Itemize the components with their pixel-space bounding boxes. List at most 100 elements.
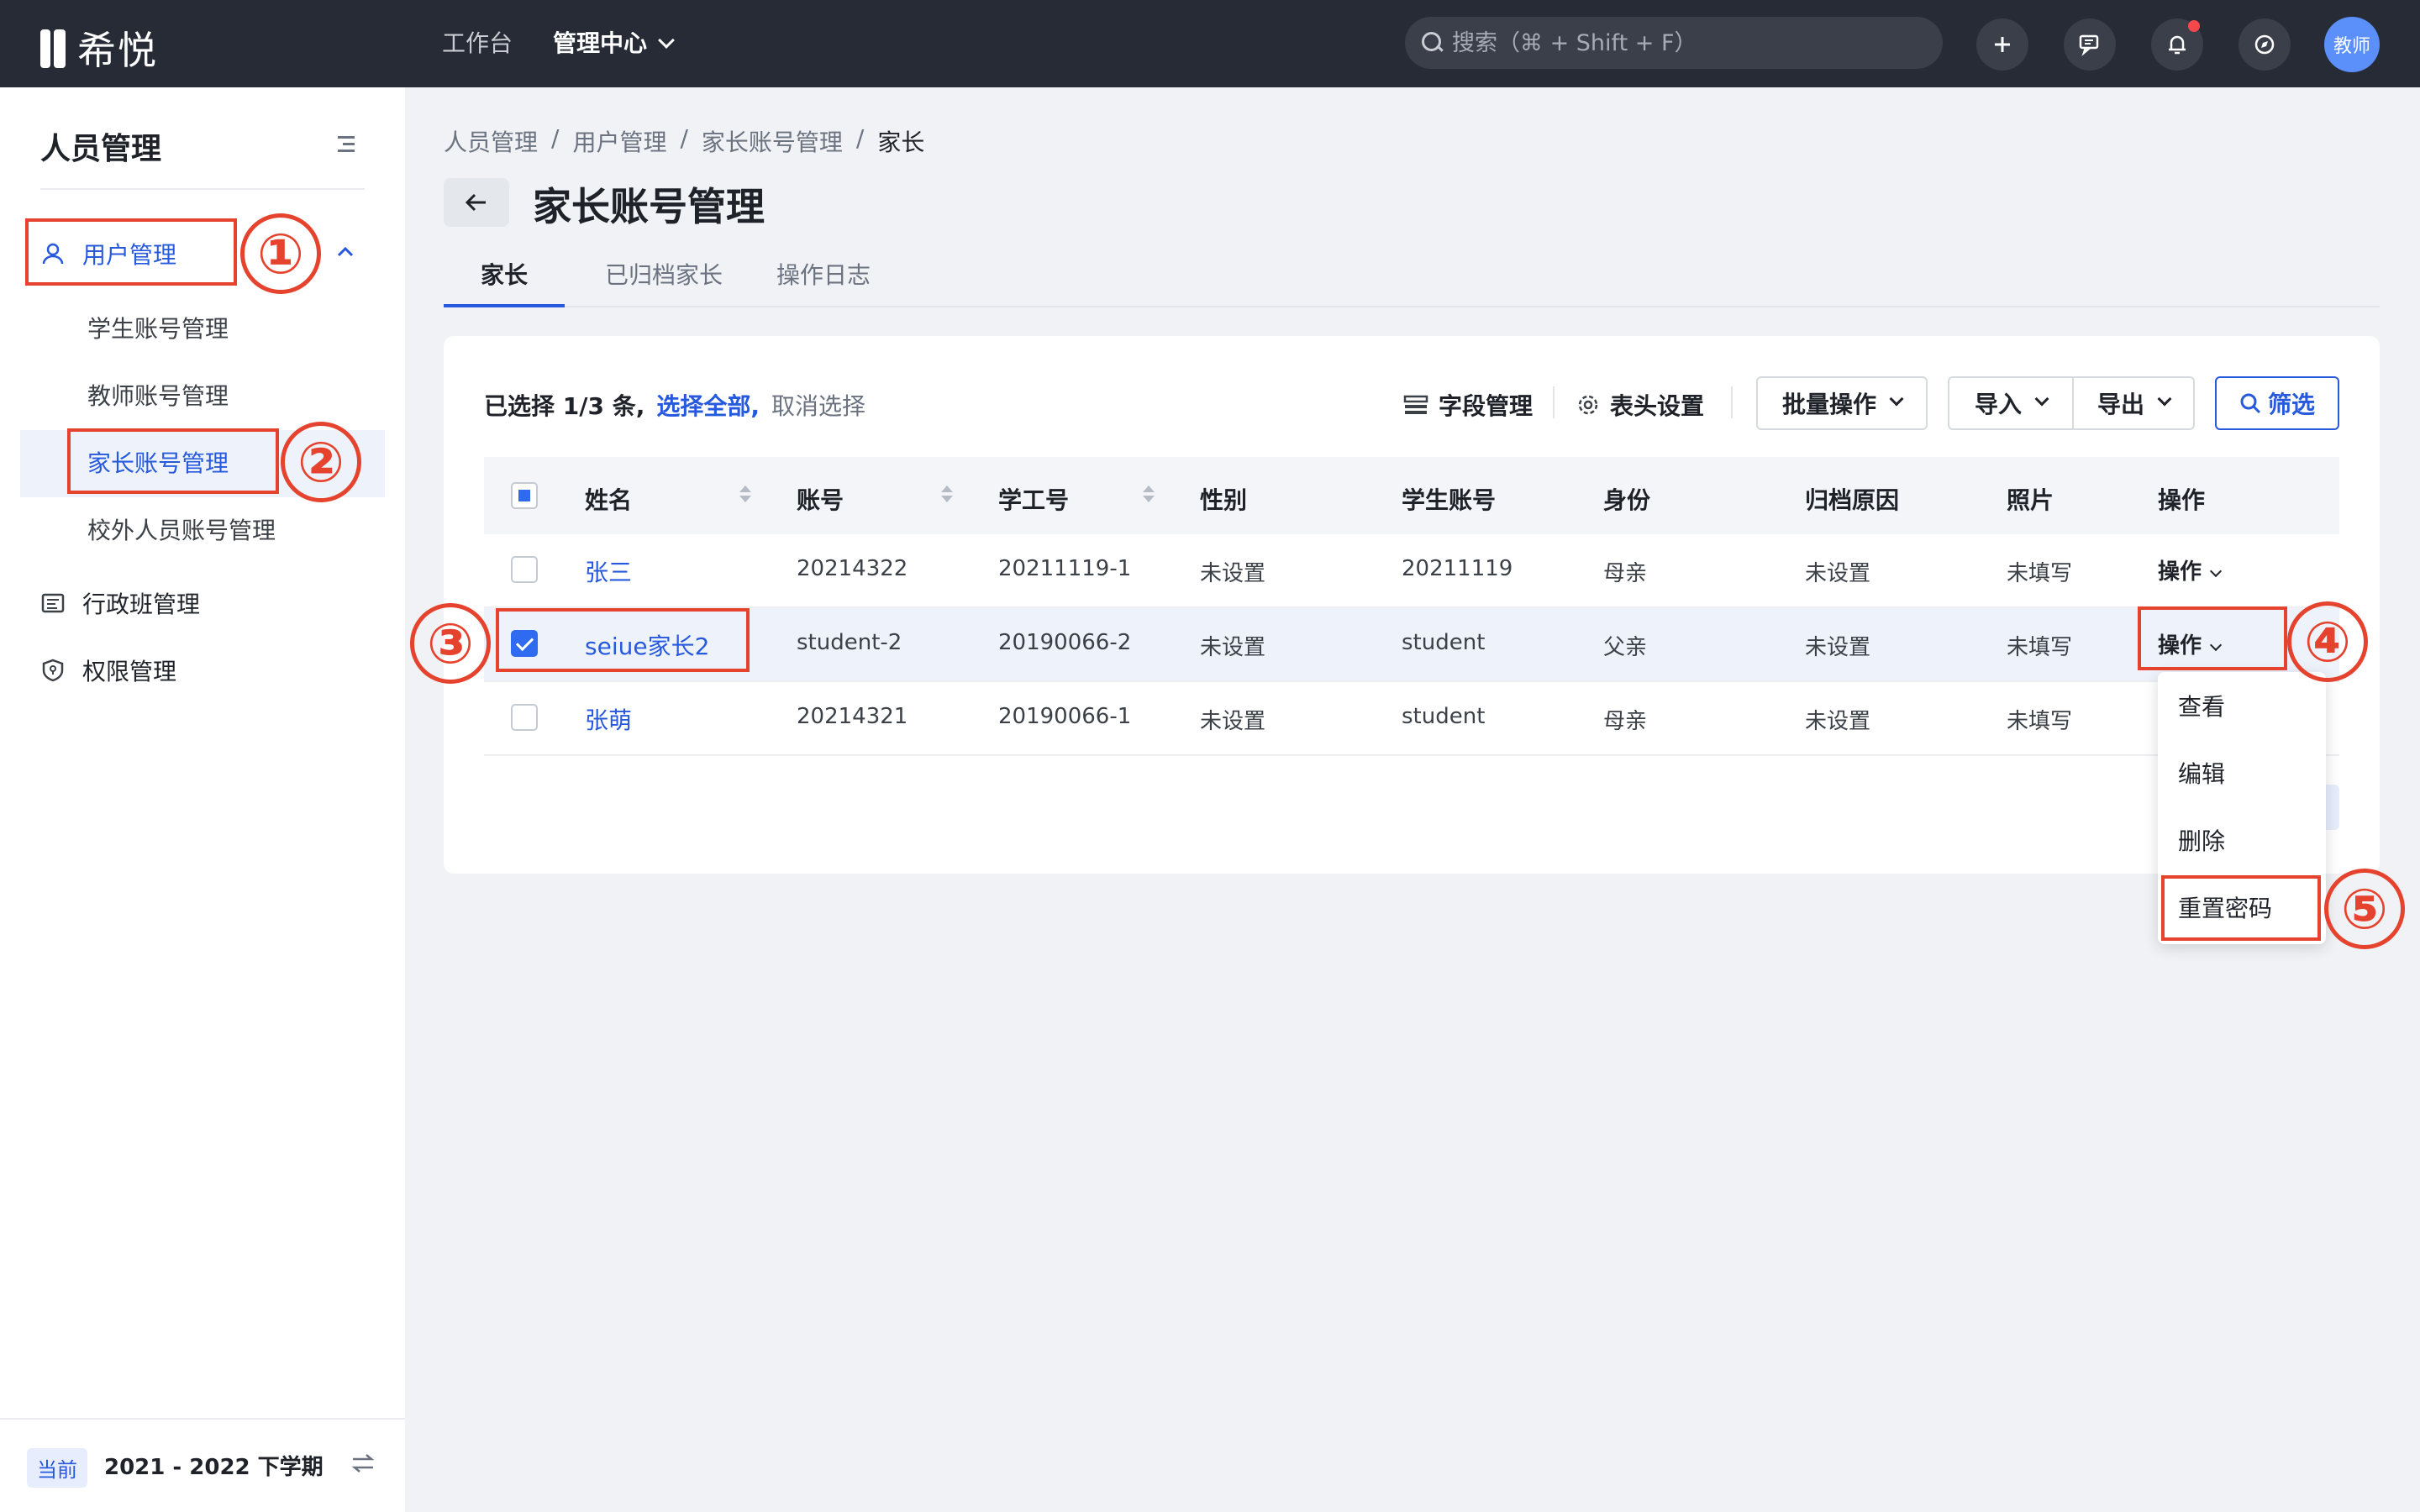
avatar[interactable]: 教师 bbox=[2324, 17, 2380, 72]
sidebar-item-teacher-accounts[interactable]: 教师账号管理 bbox=[87, 378, 229, 412]
export-button[interactable]: 导出 bbox=[2072, 376, 2195, 430]
breadcrumb-separator: / bbox=[551, 124, 560, 152]
column-header-account[interactable]: 账号 bbox=[797, 482, 844, 516]
sidebar-divider bbox=[40, 188, 365, 190]
row-checkbox[interactable] bbox=[511, 556, 538, 583]
chevron-down-icon bbox=[2157, 391, 2172, 407]
sidebar-item-external-accounts[interactable]: 校外人员账号管理 bbox=[87, 512, 276, 546]
nav-admin-center[interactable]: 管理中心 bbox=[553, 25, 675, 59]
breadcrumb-item[interactable]: 用户管理 bbox=[572, 124, 666, 158]
breadcrumb: 人员管理 / 用户管理 / 家长账号管理 / 家长 bbox=[444, 124, 924, 158]
cell-account: student-2 bbox=[797, 630, 902, 655]
tab-operation-log[interactable]: 操作日志 bbox=[776, 257, 871, 291]
breadcrumb-item[interactable]: 人员管理 bbox=[444, 124, 538, 158]
cell-work-id: 20190066-2 bbox=[998, 630, 1132, 655]
sidebar-title: 人员管理 bbox=[40, 132, 162, 166]
back-button[interactable] bbox=[444, 178, 509, 227]
column-header-student-account: 学生账号 bbox=[1402, 486, 1497, 514]
chevron-down-icon bbox=[658, 32, 675, 49]
field-mgmt-button[interactable]: 字段管理 bbox=[1403, 388, 1533, 422]
search-icon bbox=[1422, 32, 1444, 54]
cell-identity: 母亲 bbox=[1603, 561, 1648, 586]
field-mgmt-label: 字段管理 bbox=[1439, 392, 1534, 420]
annotation-number-1: ① bbox=[240, 213, 321, 294]
tabs-divider bbox=[444, 306, 2380, 307]
column-header-work-id[interactable]: 学工号 bbox=[998, 482, 1069, 516]
annotation-box-5 bbox=[2161, 875, 2321, 941]
menu-item-delete[interactable]: 删除 bbox=[2178, 823, 2225, 857]
sidebar-item-student-accounts[interactable]: 学生账号管理 bbox=[87, 311, 229, 344]
breadcrumb-item[interactable]: 家长账号管理 bbox=[702, 124, 843, 158]
cell-account: 20214322 bbox=[797, 556, 908, 581]
cell-archive-reason: 未设置 bbox=[1805, 709, 1871, 734]
top-bar: 希悦 工作台 管理中心 教师 bbox=[0, 0, 2420, 87]
swap-icon[interactable] bbox=[350, 1452, 376, 1475]
column-header-gender: 性别 bbox=[1200, 486, 1248, 514]
app-logo[interactable]: 希悦 bbox=[39, 20, 158, 76]
shield-icon bbox=[42, 659, 64, 682]
cell-account: 20214321 bbox=[797, 704, 908, 729]
row-checkbox[interactable] bbox=[511, 704, 538, 731]
nav-admin-center-label: 管理中心 bbox=[553, 29, 648, 57]
tab-parents[interactable]: 家长 bbox=[481, 257, 528, 291]
compass-icon bbox=[2254, 34, 2275, 55]
select-all-link[interactable]: 选择全部, bbox=[656, 388, 760, 422]
search-input[interactable] bbox=[1452, 29, 1923, 56]
toolbar-separator bbox=[1731, 386, 1733, 418]
active-tab-indicator bbox=[444, 304, 565, 307]
column-header-actions: 操作 bbox=[2158, 486, 2206, 514]
chat-icon bbox=[2079, 34, 2099, 56]
batch-operation-label: 批量操作 bbox=[1781, 391, 1876, 418]
select-all-checkbox[interactable] bbox=[511, 482, 538, 509]
sidebar-item-admin-class[interactable]: 行政班管理 bbox=[40, 586, 200, 620]
header-settings-label: 表头设置 bbox=[1610, 392, 1705, 420]
parent-name-link[interactable]: 张萌 bbox=[585, 702, 632, 736]
breadcrumb-separator: / bbox=[680, 124, 688, 152]
sort-icon[interactable] bbox=[941, 482, 953, 506]
nav-workbench[interactable]: 工作台 bbox=[442, 25, 513, 59]
explore-button[interactable] bbox=[2238, 18, 2291, 71]
global-search[interactable] bbox=[1405, 17, 1943, 69]
notifications-button[interactable] bbox=[2151, 18, 2203, 71]
breadcrumb-separator: / bbox=[855, 124, 865, 152]
filter-button[interactable]: 筛选 bbox=[2215, 376, 2339, 430]
cell-identity: 母亲 bbox=[1603, 709, 1648, 734]
collapse-sidebar-icon[interactable] bbox=[333, 134, 355, 153]
parent-name-link[interactable]: 张三 bbox=[585, 554, 632, 588]
logo-mark-icon bbox=[39, 26, 72, 70]
logo-text: 希悦 bbox=[77, 28, 158, 73]
selection-info: 已选择 1/3 条, 选择全部, 取消选择 bbox=[484, 388, 865, 422]
batch-operation-button[interactable]: 批量操作 bbox=[1756, 376, 1928, 430]
sort-icon[interactable] bbox=[1143, 482, 1155, 506]
toolbar-separator bbox=[1553, 386, 1555, 418]
column-header-identity: 身份 bbox=[1603, 486, 1651, 514]
plus-icon bbox=[1995, 37, 2010, 52]
sort-icon[interactable] bbox=[739, 482, 751, 506]
page-title: 家长账号管理 bbox=[533, 184, 765, 229]
field-list-icon bbox=[1403, 395, 1428, 414]
cell-student-account: 20211119 bbox=[1402, 556, 1513, 581]
annotation-box-3 bbox=[496, 608, 750, 672]
annotation-number-4: ④ bbox=[2287, 601, 2368, 682]
chevron-up-icon[interactable] bbox=[336, 245, 355, 259]
tab-archived-parents[interactable]: 已归档家长 bbox=[605, 257, 723, 291]
sidebar-item-admin-class-label: 行政班管理 bbox=[82, 591, 201, 618]
menu-item-view[interactable]: 查看 bbox=[2178, 689, 2225, 722]
import-button[interactable]: 导入 bbox=[1948, 376, 2074, 430]
header-settings-button[interactable]: 表头设置 bbox=[1576, 388, 1704, 422]
cell-student-account: student bbox=[1402, 630, 1486, 655]
column-header-archive-reason: 归档原因 bbox=[1805, 486, 1900, 514]
row-actions-button[interactable]: 操作 bbox=[2158, 554, 2223, 585]
sidebar-item-permissions[interactable]: 权限管理 bbox=[40, 654, 176, 687]
term-text: 2021 - 2022 下学期 bbox=[104, 1455, 324, 1480]
annotation-box-2 bbox=[67, 428, 279, 494]
chevron-down-icon bbox=[2034, 391, 2049, 407]
cancel-selection-link[interactable]: 取消选择 bbox=[771, 388, 865, 422]
annotation-number-3: ③ bbox=[410, 603, 491, 684]
add-button[interactable] bbox=[1976, 18, 2028, 71]
sidebar: 人员管理 用户管理 学生账号管理 教师账号管理 家长账号管理 校外人员账号管理 … bbox=[0, 87, 405, 1512]
menu-item-edit[interactable]: 编辑 bbox=[2178, 756, 2225, 790]
messages-button[interactable] bbox=[2064, 18, 2116, 71]
bell-icon bbox=[2169, 35, 2186, 55]
column-header-name[interactable]: 姓名 bbox=[585, 482, 632, 516]
